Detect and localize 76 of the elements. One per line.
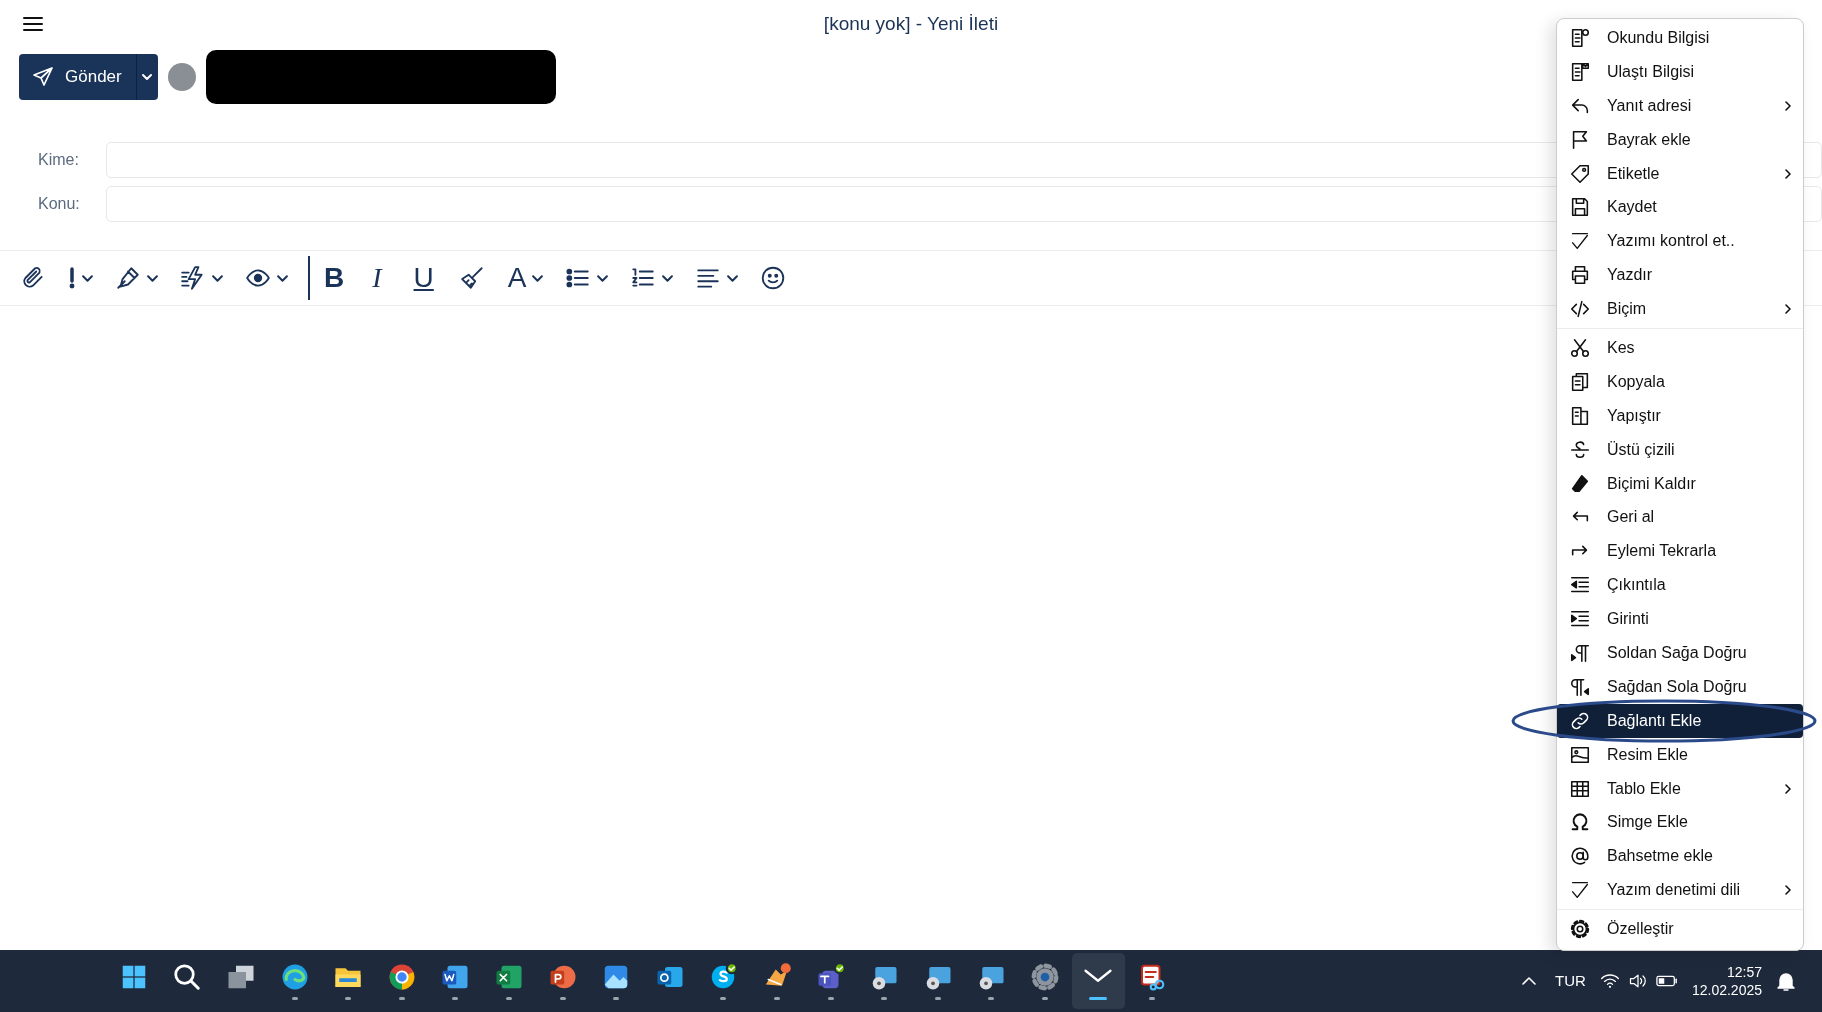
menu-item[interactable]: Okundu Bilgisi xyxy=(1557,21,1803,55)
pen-icon xyxy=(115,265,141,291)
menu-item[interactable]: Biçimi Kaldır xyxy=(1557,466,1803,501)
search-icon xyxy=(172,962,203,992)
menu-item[interactable]: Yazım denetimi dili xyxy=(1557,873,1803,908)
caret-icon xyxy=(212,274,223,282)
caret-icon xyxy=(147,274,158,282)
menu-icon xyxy=(22,15,44,33)
taskbar-button[interactable] xyxy=(1071,953,1126,1009)
menu-item[interactable]: Yanıt adresi xyxy=(1557,88,1803,123)
battery-icon xyxy=(1655,974,1678,988)
scissors-icon xyxy=(1569,336,1591,359)
chevron-up-icon xyxy=(1521,975,1538,987)
send-button[interactable]: Gönder xyxy=(19,54,136,100)
tag-icon xyxy=(1569,162,1591,185)
caret-icon xyxy=(727,274,739,282)
send-icon xyxy=(31,65,55,89)
settings-icon xyxy=(1029,962,1060,992)
send-options-button[interactable] xyxy=(135,54,158,100)
wifi-icon xyxy=(1599,972,1620,990)
menu-item[interactable]: Çıkıntıla xyxy=(1557,568,1803,603)
caret-icon xyxy=(141,71,154,83)
speaker-icon xyxy=(1627,972,1648,990)
menu-item[interactable]: Bahsetme ekle xyxy=(1557,839,1803,874)
window-title: [konu yok] - Yeni İleti xyxy=(823,12,999,34)
caret-icon xyxy=(532,274,544,282)
menu-item[interactable]: Özelleştir xyxy=(1557,912,1803,947)
menu-item[interactable]: Yazımı kontrol et.. xyxy=(1557,224,1803,259)
clock-time: 12:57 xyxy=(1725,962,1762,981)
bell-icon xyxy=(1776,970,1796,992)
caret-icon xyxy=(82,274,93,282)
menu-item[interactable]: Bağlantı Ekle xyxy=(1557,703,1803,738)
menu-item[interactable]: Yazdır xyxy=(1557,258,1803,293)
save-icon xyxy=(1569,196,1591,219)
menu-item[interactable]: Tablo Ekle xyxy=(1557,771,1803,806)
strikethrough-icon xyxy=(1569,438,1591,461)
menu-item[interactable]: Etiketle xyxy=(1557,156,1803,191)
menu-item[interactable]: Soldan Sağa Doğru xyxy=(1557,636,1803,670)
menu-item[interactable]: Simge Ekle xyxy=(1557,805,1803,840)
menu-item[interactable]: Kopyala xyxy=(1557,364,1803,399)
lightning-icon xyxy=(180,265,206,291)
avatar xyxy=(167,63,196,91)
font-color-button[interactable]: A xyxy=(499,257,552,299)
menu-item[interactable]: Kes xyxy=(1557,331,1803,365)
menu-item[interactable]: Üstü çizili xyxy=(1557,432,1803,467)
caret-icon xyxy=(662,274,674,282)
menu-item[interactable]: Eylemi Tekrarla xyxy=(1557,534,1803,569)
field-label: Konu: xyxy=(38,194,81,214)
italic-button[interactable]: I xyxy=(358,257,396,299)
menu-item[interactable]: Sağdan Sola Doğru xyxy=(1557,669,1803,704)
caret-icon xyxy=(277,274,288,282)
underline-button[interactable]: U xyxy=(401,257,446,299)
bold-button[interactable]: B xyxy=(316,257,353,299)
paste-icon xyxy=(1569,404,1591,427)
field-label: Kime: xyxy=(38,150,80,170)
menu-item[interactable]: Ulaştı Bilgisi xyxy=(1557,54,1803,89)
at-sign-icon xyxy=(1569,845,1591,868)
copy-icon xyxy=(1569,370,1591,393)
clock-date: 12.02.2025 xyxy=(1691,981,1762,1000)
language-indicator[interactable]: TUR xyxy=(1555,969,1586,993)
settings-icon xyxy=(1569,918,1591,941)
menu-item[interactable]: Biçim xyxy=(1557,292,1803,326)
menu-item[interactable]: Girinti xyxy=(1557,602,1803,637)
menu-item[interactable]: Geri al xyxy=(1557,500,1803,535)
emoji-icon xyxy=(760,265,787,291)
menu-item[interactable]: Resim Ekle xyxy=(1557,737,1803,772)
menu-item[interactable]: Yapıştır xyxy=(1557,398,1803,433)
exclamation-icon xyxy=(68,266,76,290)
printer-icon xyxy=(1569,264,1591,287)
read-receipt-icon xyxy=(1569,26,1591,49)
delivery-receipt-icon xyxy=(1569,60,1591,83)
menu-item[interactable]: Bayrak ekle xyxy=(1557,122,1803,157)
eraser-icon xyxy=(1569,472,1591,495)
menu-item[interactable]: Kaydet xyxy=(1557,190,1803,225)
paintbrush-icon xyxy=(459,265,486,291)
caret-icon xyxy=(597,274,609,282)
